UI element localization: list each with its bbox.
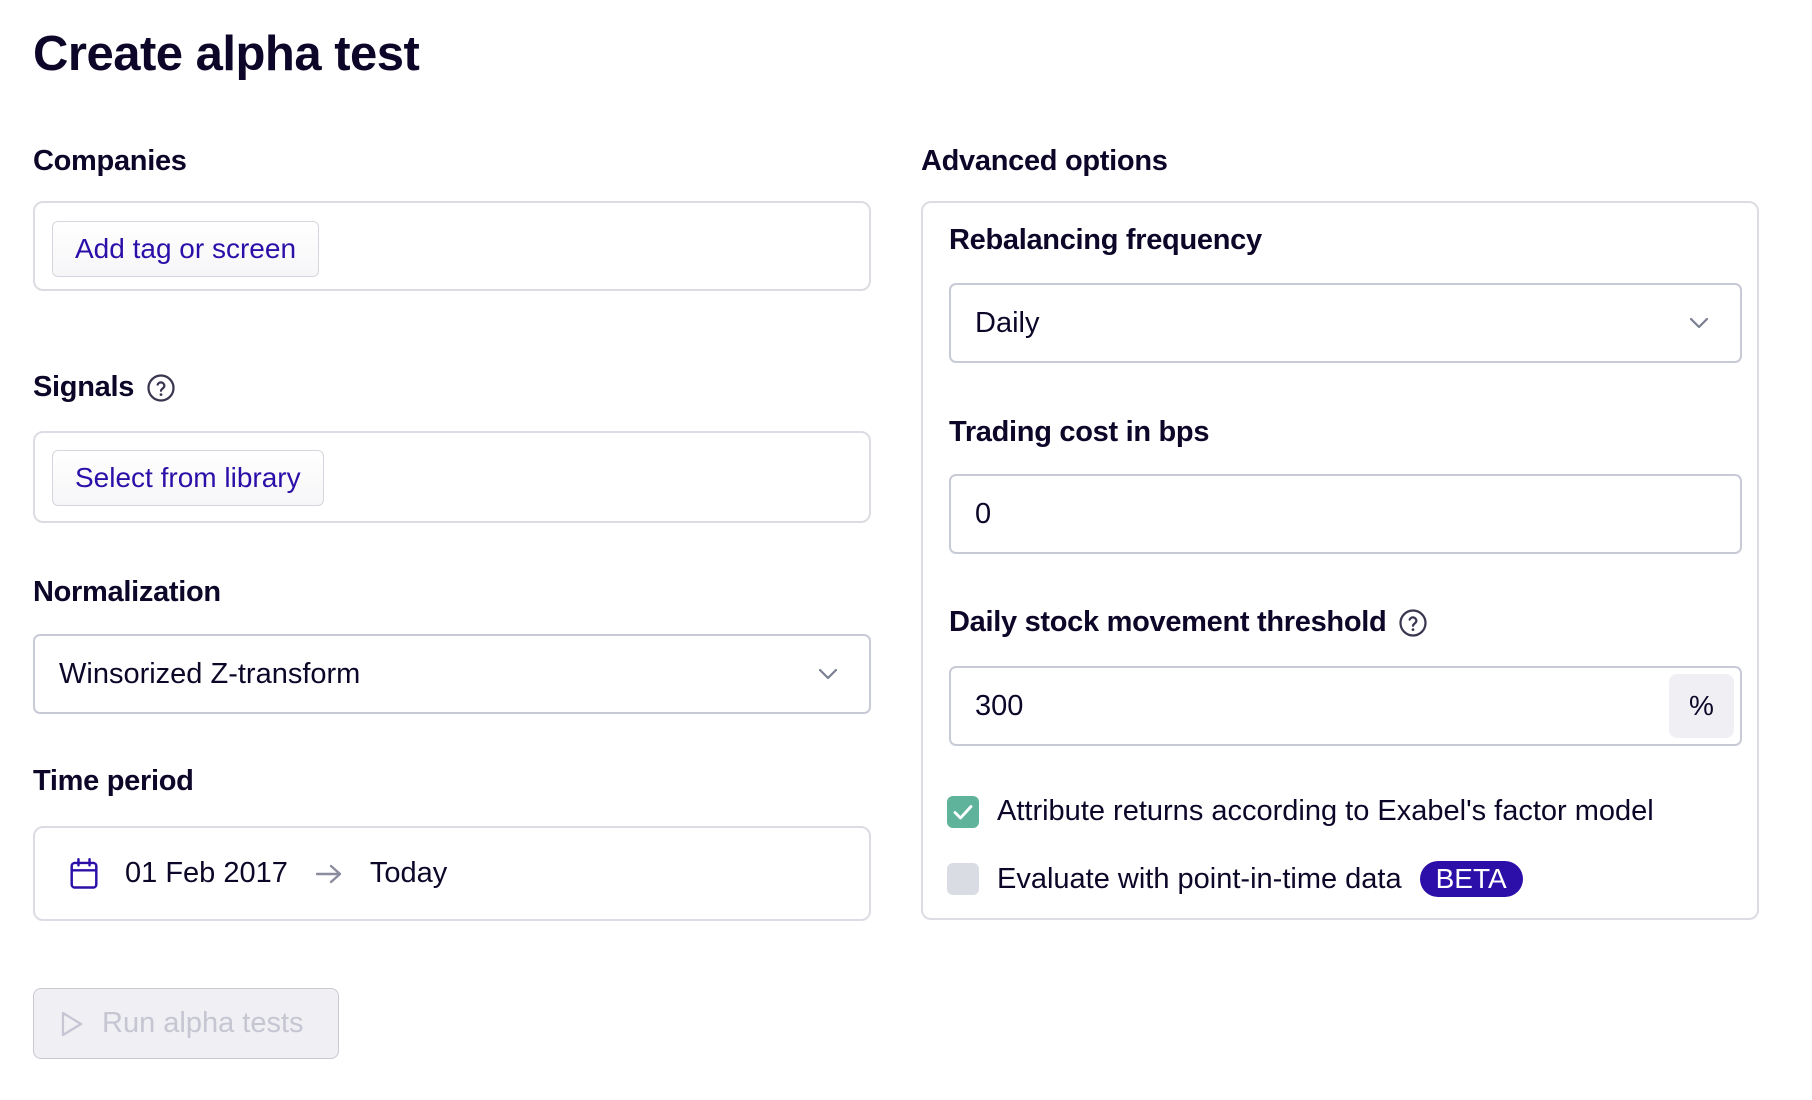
- question-circle-icon[interactable]: [1398, 608, 1428, 638]
- time-period-picker[interactable]: 01 Feb 2017 Today: [33, 826, 871, 921]
- question-circle-icon[interactable]: [146, 373, 176, 403]
- point-in-time-label: Evaluate with point-in-time data: [997, 862, 1402, 895]
- companies-label-text: Companies: [33, 145, 187, 177]
- advanced-options-label-text: Advanced options: [921, 145, 1168, 177]
- rebalancing-frequency-select[interactable]: Daily: [949, 283, 1742, 363]
- rebalancing-label-text: Rebalancing frequency: [949, 224, 1262, 256]
- time-period-label: Time period: [33, 765, 194, 798]
- companies-label: Companies: [33, 145, 187, 178]
- run-alpha-tests-label: Run alpha tests: [102, 1007, 304, 1039]
- signals-label-text: Signals: [33, 371, 135, 403]
- start-date[interactable]: 01 Feb 2017: [125, 857, 288, 890]
- movement-threshold-label-text: Daily stock movement threshold: [949, 606, 1387, 638]
- trading-cost-label: Trading cost in bps: [949, 416, 1209, 449]
- chevron-down-icon: [818, 668, 838, 680]
- run-alpha-tests-button[interactable]: Run alpha tests: [33, 988, 339, 1059]
- end-date[interactable]: Today: [370, 857, 447, 890]
- movement-threshold-input[interactable]: 300 %: [949, 666, 1742, 746]
- trading-cost-label-text: Trading cost in bps: [949, 416, 1210, 448]
- beta-badge: BETA: [1419, 861, 1523, 897]
- trading-cost-input[interactable]: 0: [949, 474, 1742, 554]
- movement-threshold-label: Daily stock movement threshold: [949, 606, 1428, 639]
- companies-box: Add tag or screen: [33, 201, 871, 291]
- signals-box: Select from library: [33, 431, 871, 523]
- percent-suffix: %: [1669, 674, 1734, 738]
- attribute-returns-checkbox[interactable]: [947, 795, 979, 828]
- arrow-right-icon: [315, 864, 342, 883]
- normalization-label-text: Normalization: [33, 576, 221, 608]
- calendar-icon: [70, 857, 98, 889]
- play-icon: [61, 1011, 83, 1036]
- checkmark-icon: [953, 804, 973, 819]
- chevron-down-icon: [1689, 317, 1709, 329]
- attribute-returns-option[interactable]: Attribute returns according to Exabel's …: [947, 795, 1654, 828]
- trading-cost-value: 0: [975, 497, 992, 530]
- movement-threshold-value: 300: [975, 689, 1024, 722]
- select-from-library-button[interactable]: Select from library: [52, 450, 324, 506]
- signals-label: Signals: [33, 371, 176, 404]
- normalization-value: Winsorized Z-transform: [59, 657, 361, 690]
- advanced-options-label: Advanced options: [921, 145, 1168, 178]
- add-tag-or-screen-button[interactable]: Add tag or screen: [52, 221, 320, 277]
- point-in-time-checkbox[interactable]: [947, 863, 979, 895]
- normalization-select[interactable]: Winsorized Z-transform: [33, 634, 871, 714]
- rebalancing-label: Rebalancing frequency: [949, 224, 1262, 257]
- attribute-returns-label: Attribute returns according to Exabel's …: [997, 795, 1654, 827]
- time-period-label-text: Time period: [33, 765, 194, 797]
- page-title: Create alpha test: [33, 27, 420, 81]
- rebalancing-value: Daily: [975, 306, 1040, 339]
- point-in-time-option[interactable]: Evaluate with point-in-time data BETA: [947, 861, 1523, 897]
- normalization-label: Normalization: [33, 576, 221, 609]
